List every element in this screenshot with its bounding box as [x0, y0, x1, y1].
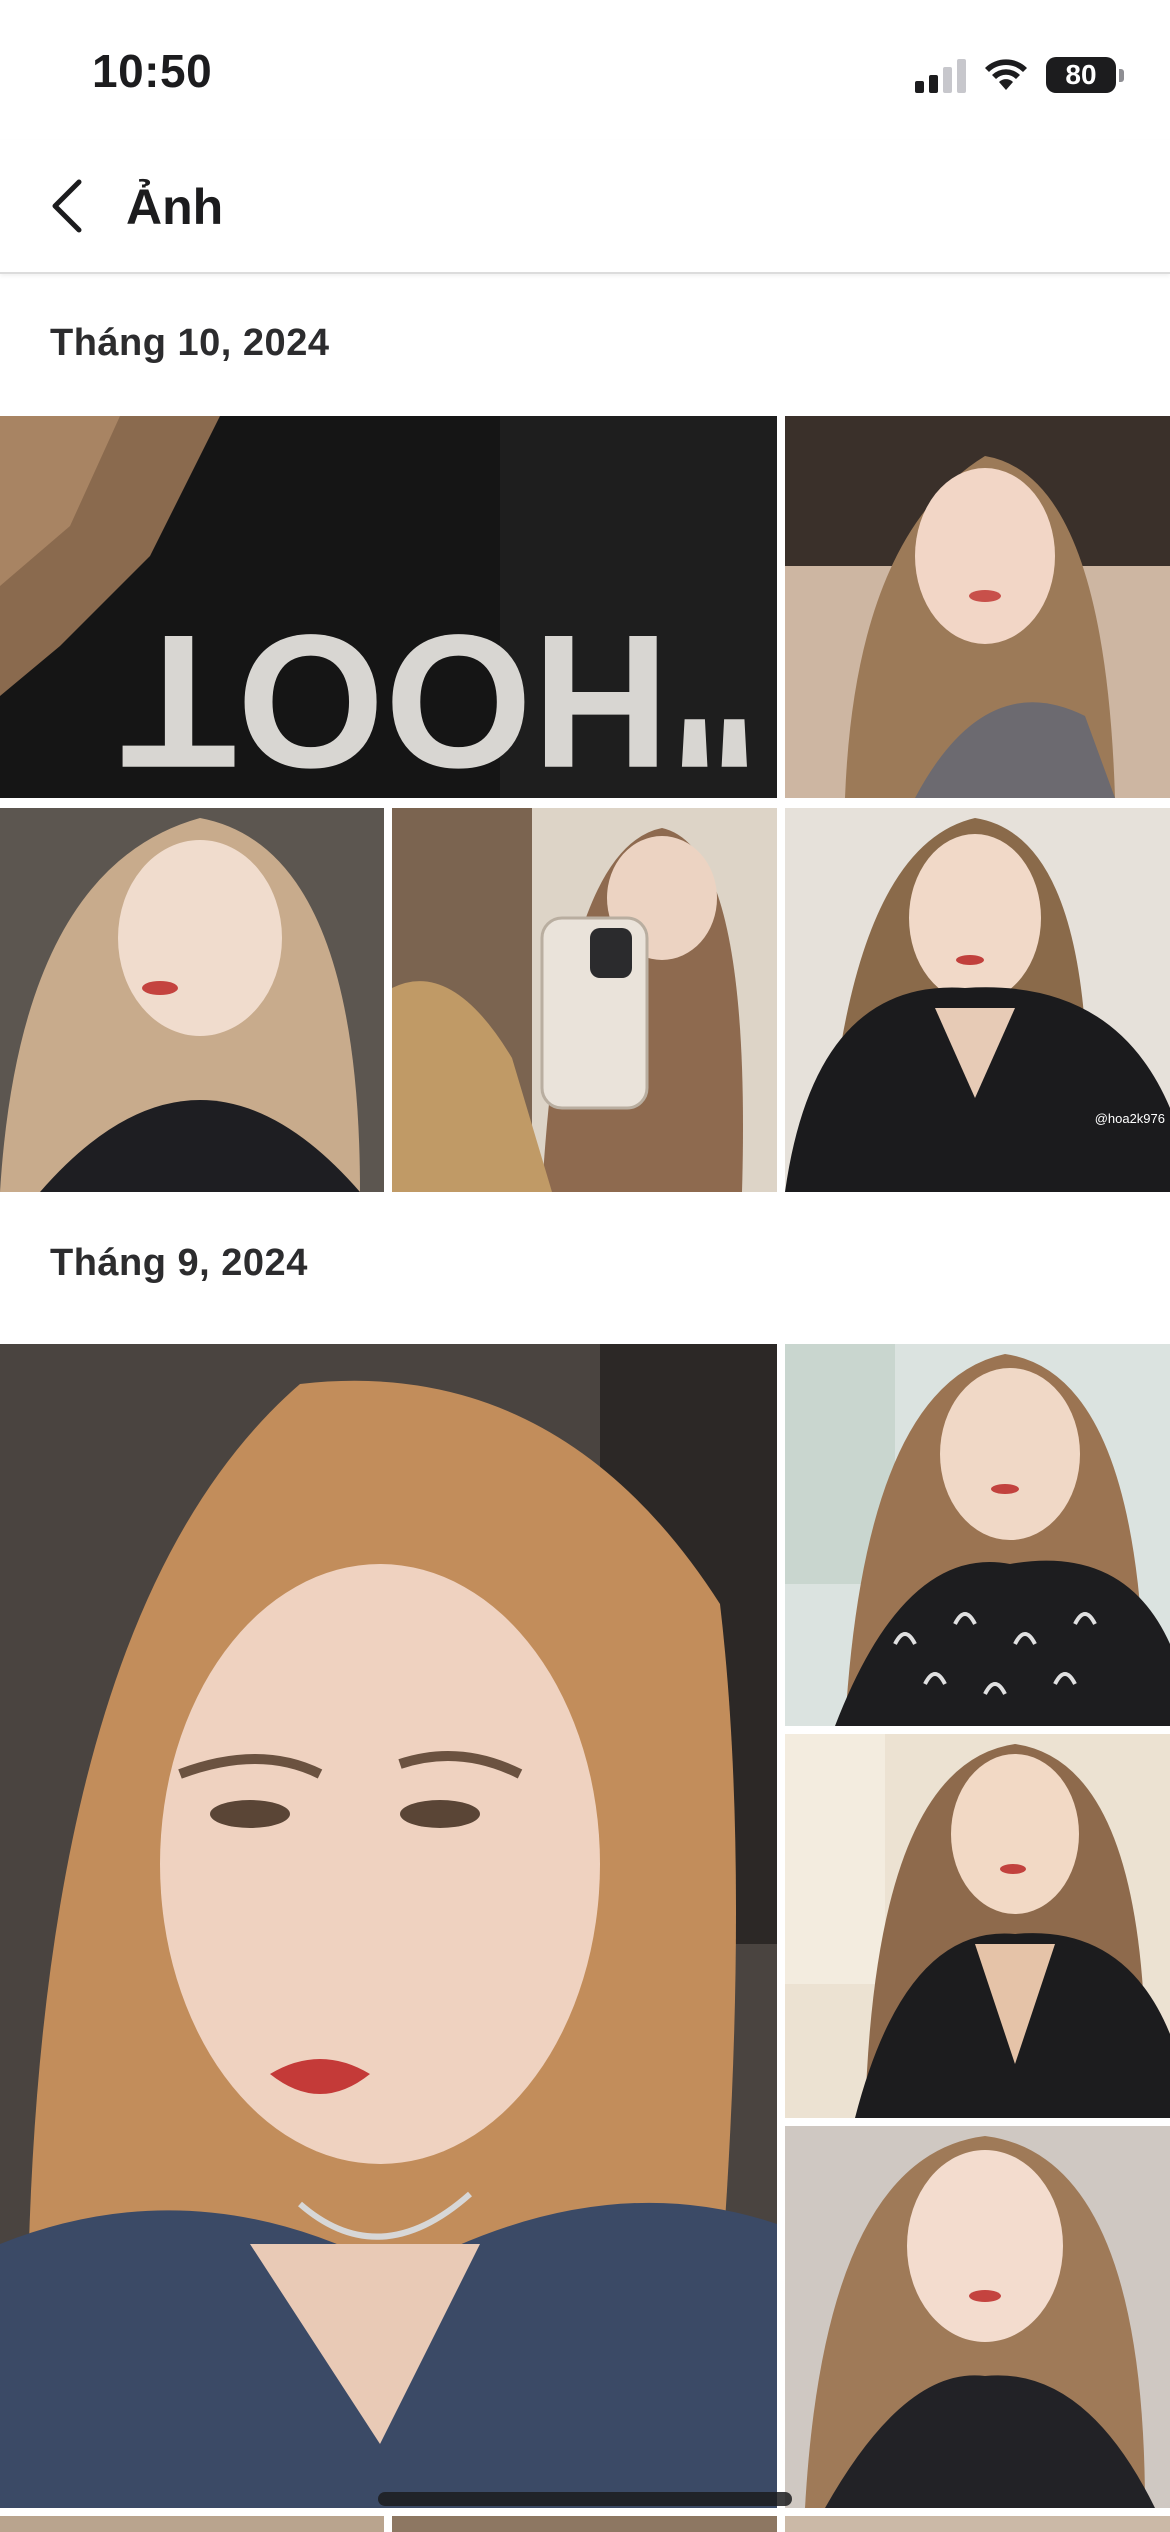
photo-selfie-large [0, 1344, 777, 2508]
home-indicator[interactable] [378, 2492, 792, 2506]
svg-text:@hoa2k976: @hoa2k976 [1095, 1111, 1165, 1126]
section-header-october: Tháng 10, 2024 [50, 322, 330, 364]
nav-bar: Ảnh [0, 140, 1170, 274]
photo-selfie-4 [785, 1344, 1170, 1726]
page-title: Ảnh [126, 179, 224, 235]
battery-level: 80 [1065, 59, 1097, 90]
photo-tile[interactable] [785, 416, 1170, 798]
photo-selfie-3: @hoa2k976 [785, 808, 1170, 1192]
photo-tile[interactable] [0, 808, 384, 1192]
status-icons: 80 [915, 50, 1124, 100]
chevron-left-icon [52, 179, 82, 233]
cellular-signal-icon [915, 57, 966, 93]
photo-tile[interactable] [0, 1344, 777, 2508]
photo-tile-partial[interactable] [785, 2516, 1170, 2532]
svg-text:"HOOT: "HOOT [121, 595, 760, 798]
photo-selfie-5 [785, 1734, 1170, 2118]
photo-tile[interactable] [785, 1734, 1170, 2118]
photo-tile-partial[interactable] [392, 2516, 777, 2532]
back-button[interactable] [36, 172, 96, 240]
photo-mirror-selfie [392, 808, 777, 1192]
battery-icon: 80 [1046, 57, 1124, 93]
wifi-icon [985, 59, 1027, 90]
section-header-september: Tháng 9, 2024 [50, 1242, 308, 1284]
status-bar: 10:50 80 [0, 0, 1170, 140]
photo-selfie-1 [785, 416, 1170, 798]
photo-black-shirt-print: "HOOT [0, 416, 777, 798]
photo-tile[interactable] [785, 2126, 1170, 2508]
photo-tile-partial[interactable] [0, 2516, 384, 2532]
photo-tile[interactable] [392, 808, 777, 1192]
photo-selfie-6 [785, 2126, 1170, 2508]
status-time: 10:50 [92, 45, 213, 97]
photo-tile[interactable]: "HOOT [0, 416, 777, 798]
photo-tile[interactable] [785, 1344, 1170, 1726]
photo-tile[interactable]: @hoa2k976 [785, 808, 1170, 1192]
photo-selfie-2 [0, 808, 384, 1192]
